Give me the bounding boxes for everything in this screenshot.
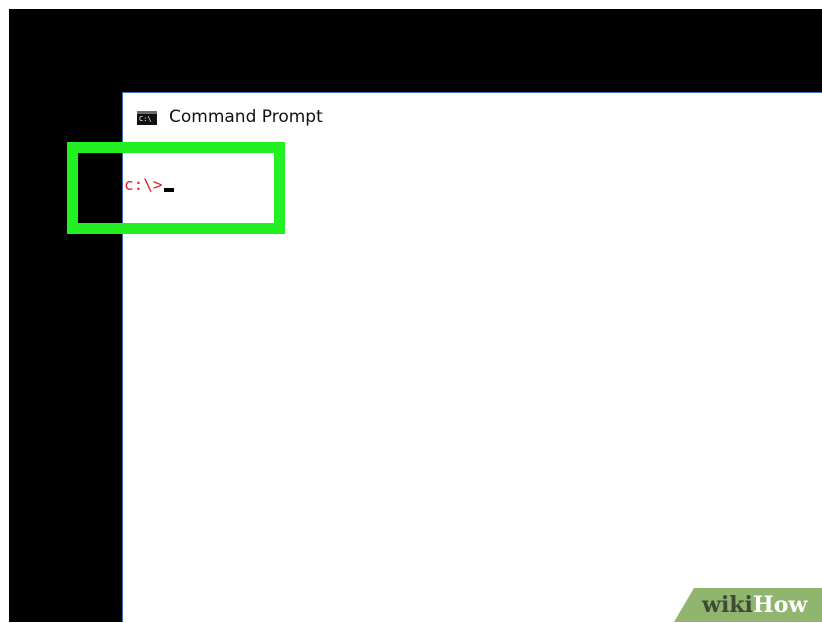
wikihow-watermark: wikiHow (674, 588, 822, 622)
watermark-how-text: How (752, 592, 808, 618)
window-titlebar[interactable]: C:\ Command Prompt (123, 93, 822, 141)
watermark-wiki-text: wiki (702, 592, 753, 618)
command-prompt-icon: C:\ (137, 111, 157, 125)
window-title: Command Prompt (169, 107, 323, 127)
highlight-box (67, 142, 285, 234)
